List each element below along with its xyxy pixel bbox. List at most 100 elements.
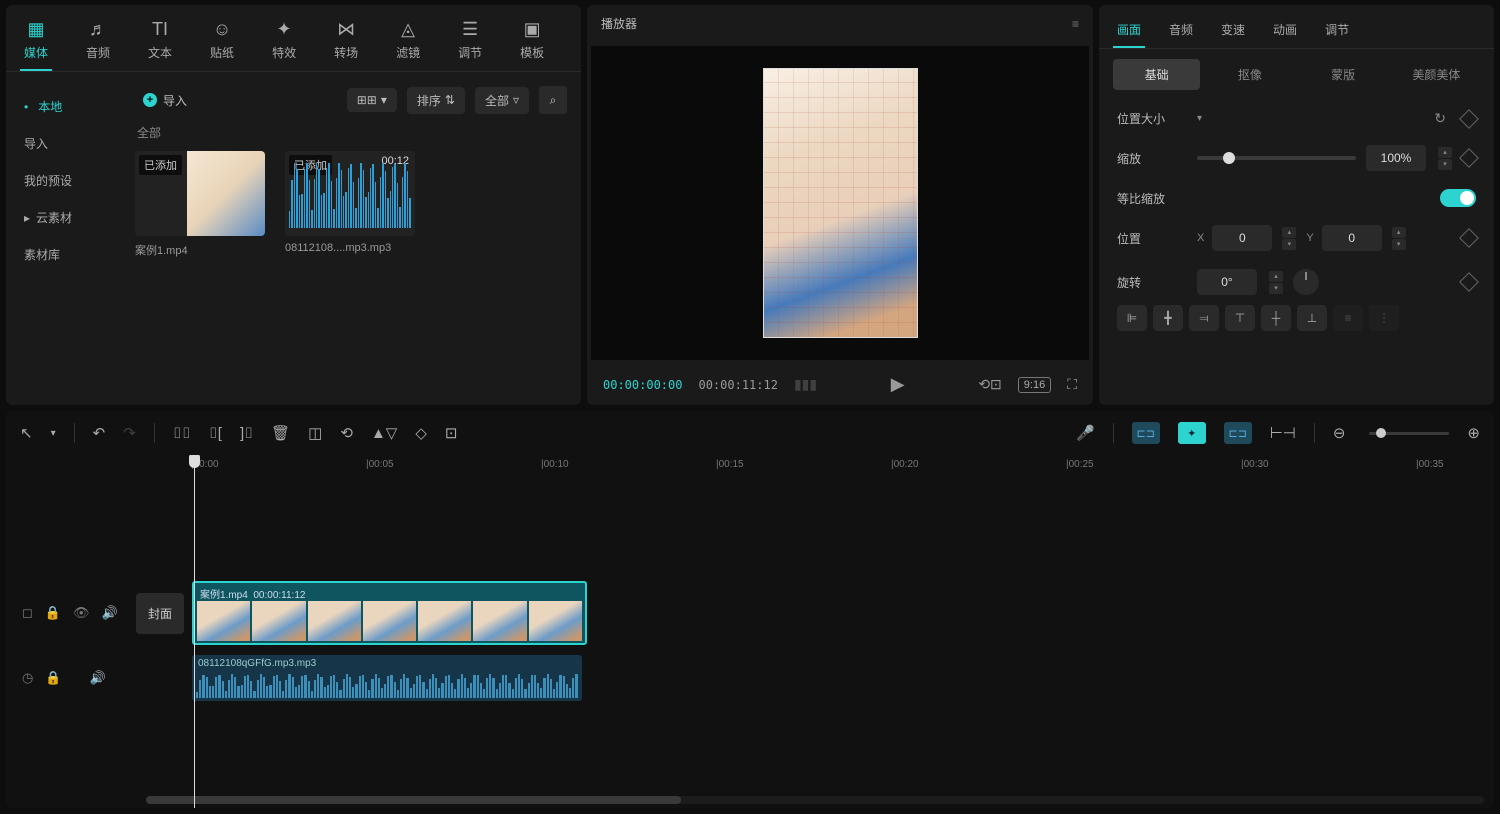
aspect-ratio[interactable]: 9:16 <box>1018 377 1051 393</box>
split-button[interactable]: ⌷⌷ <box>173 425 191 442</box>
lock-icon[interactable]: 🔒 <box>45 605 61 621</box>
timeline-scrollbar[interactable] <box>146 796 1484 804</box>
lock-icon[interactable]: 🔒 <box>45 670 61 686</box>
chevron-down-icon[interactable]: ▾ <box>1197 113 1202 124</box>
reverse-button[interactable]: ⟲ <box>340 424 353 442</box>
select-tool[interactable]: ↖ <box>20 424 33 442</box>
cover-button[interactable]: 封面 <box>136 593 184 634</box>
tab-adjust[interactable]: ☰调节 <box>450 13 490 71</box>
sidebar-item-import[interactable]: 导入 <box>6 125 121 162</box>
rotation-stepper[interactable]: ▴▾ <box>1269 271 1283 294</box>
eye-icon[interactable]: 👁 <box>73 605 90 621</box>
sidebar-item-library[interactable]: 素材库 <box>6 236 121 273</box>
crop-frame-button[interactable]: ◫ <box>308 424 322 442</box>
tab-transition[interactable]: ⋈转场 <box>326 13 366 71</box>
tab-template[interactable]: ▣模板 <box>512 13 552 71</box>
sidebar-item-local[interactable]: 本地 <box>6 88 121 125</box>
rotation-dial[interactable] <box>1293 269 1319 295</box>
split-right-button[interactable]: ]⌷ <box>240 425 253 442</box>
zoom-fit-button[interactable]: ⊕ <box>1467 424 1480 442</box>
snap-link-button[interactable]: ⊏⊐ <box>1224 422 1252 444</box>
crop-button[interactable]: ⊡ <box>445 424 458 442</box>
align-hcenter-button[interactable]: ╋ <box>1153 305 1183 331</box>
search-icon: ⌕ <box>550 93 557 108</box>
playhead[interactable] <box>194 455 195 808</box>
zoom-out-button[interactable]: ⊖ <box>1333 424 1346 442</box>
subtab-beauty[interactable]: 美颜美体 <box>1393 59 1480 90</box>
mute-icon[interactable]: 🔊 <box>102 605 118 621</box>
tab-filter[interactable]: ◬滤镜 <box>388 13 428 71</box>
insp-tab-speed[interactable]: 变速 <box>1217 15 1249 48</box>
preview-cut-button[interactable]: ⊢⊣ <box>1270 424 1296 442</box>
align-top-button[interactable]: ⊤ <box>1225 305 1255 331</box>
mute-icon[interactable]: 🔊 <box>90 670 106 686</box>
track-toggle-icon[interactable]: ◻ <box>22 605 33 621</box>
tab-label: 文本 <box>148 44 172 61</box>
import-button[interactable]: +导入 <box>135 88 195 113</box>
reset-icon[interactable]: ↻ <box>1434 110 1446 127</box>
media-thumb-audio[interactable]: 已添加 00:12 08112108....mp3.mp3 <box>285 151 415 258</box>
player-stage[interactable] <box>591 46 1089 360</box>
rotation-value[interactable]: 0° <box>1197 269 1257 295</box>
audio-clip[interactable]: 08112108qGFfG.mp3.mp3 <box>192 655 582 701</box>
sort-button[interactable]: 排序⇅ <box>407 87 465 114</box>
tab-label: 音频 <box>86 44 110 61</box>
select-dropdown[interactable]: ▾ <box>51 428 56 439</box>
subtab-basic[interactable]: 基础 <box>1113 59 1200 90</box>
mirror-button[interactable]: ▲▽ <box>371 424 397 442</box>
sidebar-item-presets[interactable]: 我的预设 <box>6 162 121 199</box>
search-button[interactable]: ⌕ <box>539 86 567 114</box>
keyframe-icon[interactable] <box>1459 228 1479 248</box>
video-clip[interactable]: 案例1.mp4 00:00:11:12 <box>192 581 587 645</box>
position-x-value[interactable]: 0 <box>1212 225 1272 251</box>
keyframe-icon[interactable] <box>1459 272 1479 292</box>
tab-effect[interactable]: ✦特效 <box>264 13 304 71</box>
play-button[interactable]: ▶ <box>891 374 905 395</box>
insp-tab-anim[interactable]: 动画 <box>1269 15 1301 48</box>
snap-auto-button[interactable]: ✦ <box>1178 422 1206 444</box>
keyframe-icon[interactable] <box>1459 148 1479 168</box>
fullscreen-icon[interactable]: ⛶ <box>1067 376 1077 393</box>
scale-slider[interactable] <box>1197 156 1356 160</box>
align-bottom-button[interactable]: ⊥ <box>1297 305 1327 331</box>
align-right-button[interactable]: ⫤ <box>1189 305 1219 331</box>
tab-sticker[interactable]: ☺贴纸 <box>202 13 242 71</box>
player-menu-icon[interactable]: ≡ <box>1072 17 1079 31</box>
keyframe-icon[interactable] <box>1459 109 1479 129</box>
mic-button[interactable]: 🎤 <box>1076 424 1095 442</box>
align-left-button[interactable]: ⊫ <box>1117 305 1147 331</box>
insp-tab-canvas[interactable]: 画面 <box>1113 15 1145 48</box>
tab-media[interactable]: ▦媒体 <box>16 13 56 71</box>
sort-label: 排序 <box>417 92 441 109</box>
snap-main-button[interactable]: ⊏⊐ <box>1132 422 1160 444</box>
position-y-value[interactable]: 0 <box>1322 225 1382 251</box>
grid-icon: ⊞⊞ <box>357 93 377 107</box>
y-stepper[interactable]: ▴▾ <box>1392 227 1406 250</box>
view-mode-button[interactable]: ⊞⊞▾ <box>347 88 397 112</box>
split-left-button[interactable]: ⌷[ <box>209 425 222 442</box>
zoom-slider[interactable] <box>1369 432 1449 435</box>
subtab-mask[interactable]: 蒙版 <box>1300 59 1387 90</box>
compare-icon[interactable]: ▮▮▮ <box>794 376 817 393</box>
clip-label: 案例1.mp4 00:00:11:12 <box>200 586 305 601</box>
filter-button[interactable]: 全部▿ <box>475 87 529 114</box>
delete-button[interactable]: 🗑 <box>271 424 290 442</box>
media-thumb-video[interactable]: 已添加 00:13 案例1.mp4 <box>135 151 265 258</box>
sidebar-item-cloud[interactable]: ▸云素材 <box>6 199 121 236</box>
player-title: 播放器 <box>601 15 637 32</box>
uniform-scale-toggle[interactable] <box>1440 189 1476 207</box>
scale-stepper[interactable]: ▴▾ <box>1438 147 1452 170</box>
ruler[interactable]: |00:00|00:05|00:10|00:15|00:20|00:25|00:… <box>191 455 1494 477</box>
undo-button[interactable]: ↶ <box>93 424 106 442</box>
snapshot-icon[interactable]: ⟲⊡ <box>978 376 1001 393</box>
tab-text[interactable]: TI文本 <box>140 13 180 71</box>
track-clock-icon[interactable]: ◷ <box>22 670 33 686</box>
scale-value[interactable]: 100% <box>1366 145 1426 171</box>
align-vcenter-button[interactable]: ┼ <box>1261 305 1291 331</box>
rotate-button[interactable]: ◇ <box>415 424 427 442</box>
insp-tab-adjust[interactable]: 调节 <box>1321 15 1353 48</box>
subtab-cutout[interactable]: 抠像 <box>1206 59 1293 90</box>
x-stepper[interactable]: ▴▾ <box>1282 227 1296 250</box>
tab-audio[interactable]: ♬音频 <box>78 13 118 71</box>
insp-tab-audio[interactable]: 音频 <box>1165 15 1197 48</box>
